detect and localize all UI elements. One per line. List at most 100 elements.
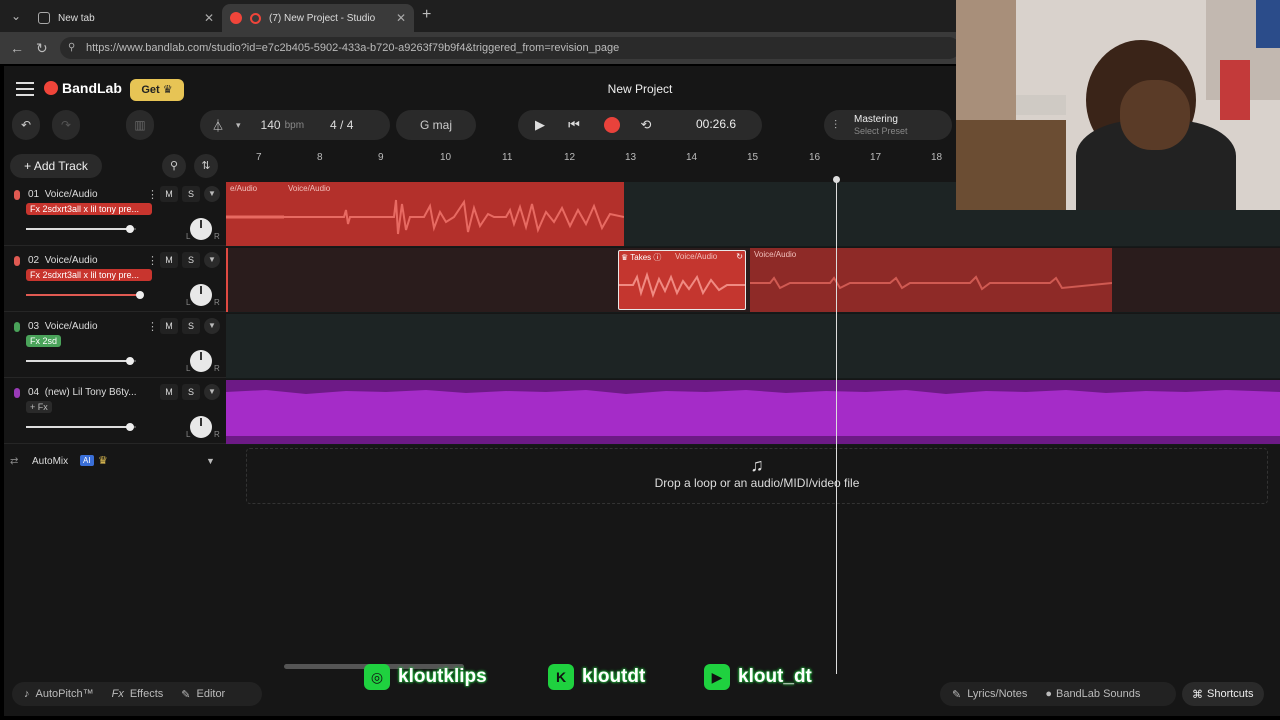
volume-slider[interactable] <box>26 357 136 365</box>
close-icon[interactable]: ✕ <box>396 11 406 25</box>
piano-keys-button[interactable]: ▥ <box>126 110 154 140</box>
effects-button[interactable]: Effects <box>130 688 163 700</box>
play-icon[interactable]: ▶ <box>532 117 548 133</box>
close-icon[interactable]: ✕ <box>204 11 214 25</box>
editor-button[interactable]: Editor <box>196 688 225 700</box>
volume-slider[interactable] <box>26 291 144 299</box>
solo-button[interactable]: S <box>182 384 200 400</box>
redo-button[interactable]: ↷ <box>52 110 80 140</box>
back-arrow-icon[interactable]: ← <box>10 40 24 56</box>
bandlab-sounds-button[interactable]: BandLab Sounds <box>1056 688 1140 700</box>
drop-zone[interactable]: ♫ Drop a loop or an audio/MIDI/video fil… <box>246 448 1268 504</box>
logo-text: BandLab <box>62 80 122 96</box>
record-button[interactable] <box>604 117 620 133</box>
lyrics-notes-button[interactable]: Lyrics/Notes <box>967 688 1027 700</box>
solo-button[interactable]: S <box>182 186 200 202</box>
track-header-03[interactable]: 03 Voice/Audio ⋮ M S ▼ Fx 2sd L R <box>4 314 226 378</box>
volume-slider[interactable] <box>26 225 136 233</box>
track-lane-03[interactable] <box>226 314 1280 379</box>
takes-clip[interactable]: ♛ Takes ⓘ Voice/Audio ↻ <box>618 250 746 310</box>
refresh-icon[interactable]: ↻ <box>736 252 743 261</box>
takes-label: ♛ Takes ⓘ <box>621 253 662 262</box>
track-name[interactable]: 04 (new) Lil Tony B6ty... <box>28 387 137 398</box>
site-info-icon[interactable]: ⚲ <box>68 37 75 59</box>
add-fx-button[interactable]: + Fx <box>26 401 52 413</box>
project-title[interactable]: New Project <box>564 82 716 96</box>
chevron-down-icon[interactable]: ▼ <box>204 186 220 202</box>
mastering-sliders-icon: ⫶ <box>834 118 838 132</box>
mastering-preset: Select Preset <box>854 126 908 136</box>
tab-search-chevron-icon[interactable]: ⌄ <box>6 6 26 26</box>
bar-number: 16 <box>809 152 821 163</box>
track-name[interactable]: 03 Voice/Audio <box>28 321 98 332</box>
time-signature[interactable]: 4 / 4 <box>330 118 353 132</box>
metronome-dropdown-icon[interactable]: ▾ <box>236 120 241 131</box>
chevron-down-icon[interactable]: ▼ <box>204 384 220 400</box>
undo-button[interactable]: ↶ <box>12 110 40 140</box>
chevron-down-icon[interactable]: ▼ <box>204 252 220 268</box>
track-lane-02[interactable]: Voice/Audio <box>226 248 1280 313</box>
tab-studio[interactable]: (7) New Project - Studio ✕ <box>222 4 414 32</box>
pan-knob[interactable] <box>190 416 212 438</box>
bpm-value[interactable]: 140 <box>261 118 281 132</box>
audio-clip[interactable]: Voice/Audio <box>284 182 624 246</box>
tuner-button[interactable]: ⚲ <box>162 154 186 178</box>
track-lane-04[interactable] <box>226 380 1280 445</box>
track-name[interactable]: 01 Voice/Audio <box>28 189 98 200</box>
fx-preset-badge[interactable]: Fx 2sdxrt3all x lil tony pre... <box>26 203 152 215</box>
fx-preset-badge[interactable]: Fx 2sdxrt3all x lil tony pre... <box>26 269 152 281</box>
loop-icon[interactable]: ⟲ <box>638 117 654 133</box>
mute-button[interactable]: M <box>160 384 178 400</box>
fx-icon: Fx <box>111 688 124 700</box>
more-options-icon[interactable]: ⋮ <box>147 254 158 267</box>
audio-clip[interactable] <box>226 380 1280 444</box>
bandlab-logo[interactable]: BandLab <box>44 80 122 96</box>
reload-icon[interactable]: ↻ <box>36 40 48 57</box>
solo-button[interactable]: S <box>182 252 200 268</box>
hamburger-menu-icon[interactable] <box>16 82 34 96</box>
fx-preset-badge[interactable]: Fx 2sd <box>26 335 62 347</box>
automix-row[interactable]: ⇄ AutoMix AI ♛ ▼ <box>4 452 226 480</box>
tab-title: New tab <box>58 12 95 24</box>
social-kick: K kloutdt <box>548 664 645 690</box>
page-icon <box>38 12 50 24</box>
chevron-down-icon[interactable]: ▼ <box>204 318 220 334</box>
mastering-button[interactable]: ⫶ Mastering Select Preset <box>824 110 952 140</box>
ai-badge: AI <box>80 455 94 466</box>
mute-button[interactable]: M <box>160 318 178 334</box>
volume-slider[interactable] <box>26 423 136 431</box>
tab-new-tab[interactable]: New tab ✕ <box>30 4 222 32</box>
transport-controls: ▶ ⏮ ⟲ 00:26.6 <box>518 110 762 140</box>
collapse-tracks-button[interactable]: ⇅ <box>194 154 218 178</box>
key-selector[interactable]: G maj <box>396 110 476 140</box>
undo-icon: ↶ <box>20 118 32 132</box>
metronome-icon[interactable]: ⏃ <box>212 117 224 134</box>
mute-button[interactable]: M <box>160 186 178 202</box>
tab-title: (7) New Project - Studio <box>269 12 376 24</box>
bar-number: 18 <box>931 152 943 163</box>
mute-button[interactable]: M <box>160 252 178 268</box>
track-header-02[interactable]: 02 Voice/Audio ⋮ M S ▼ Fx 2sdxrt3all x l… <box>4 248 226 312</box>
url-field[interactable]: ⚲ https://www.bandlab.com/studio?id=e7c2… <box>60 37 960 59</box>
audio-clip[interactable]: e/Audio <box>226 182 284 246</box>
chevron-down-icon[interactable]: ▼ <box>206 456 215 466</box>
key-label: G maj <box>419 118 452 132</box>
pan-knob[interactable] <box>190 350 212 372</box>
pan-knob[interactable] <box>190 218 212 240</box>
pan-right-label: R <box>214 232 220 241</box>
solo-button[interactable]: S <box>182 318 200 334</box>
track-name[interactable]: 02 Voice/Audio <box>28 255 98 266</box>
playhead[interactable] <box>836 180 837 674</box>
add-track-button[interactable]: + Add Track <box>10 154 102 178</box>
track-header-04[interactable]: 04 (new) Lil Tony B6ty... M S ▼ + Fx L R <box>4 380 226 444</box>
autopitch-button[interactable]: AutoPitch™ <box>36 688 94 700</box>
track-header-01[interactable]: 01 Voice/Audio ⋮ M S ▼ Fx 2sdxrt3all x l… <box>4 182 226 246</box>
pan-knob[interactable] <box>190 284 212 306</box>
get-membership-button[interactable]: Get ♛ <box>130 79 184 101</box>
more-options-icon[interactable]: ⋮ <box>147 320 158 333</box>
shortcuts-button[interactable]: ⌘ Shortcuts <box>1182 682 1264 706</box>
new-tab-plus-icon[interactable]: + <box>422 6 431 24</box>
audio-clip[interactable]: Voice/Audio <box>750 248 1112 312</box>
skip-to-start-icon[interactable]: ⏮ <box>566 117 582 133</box>
more-options-icon[interactable]: ⋮ <box>147 188 158 201</box>
